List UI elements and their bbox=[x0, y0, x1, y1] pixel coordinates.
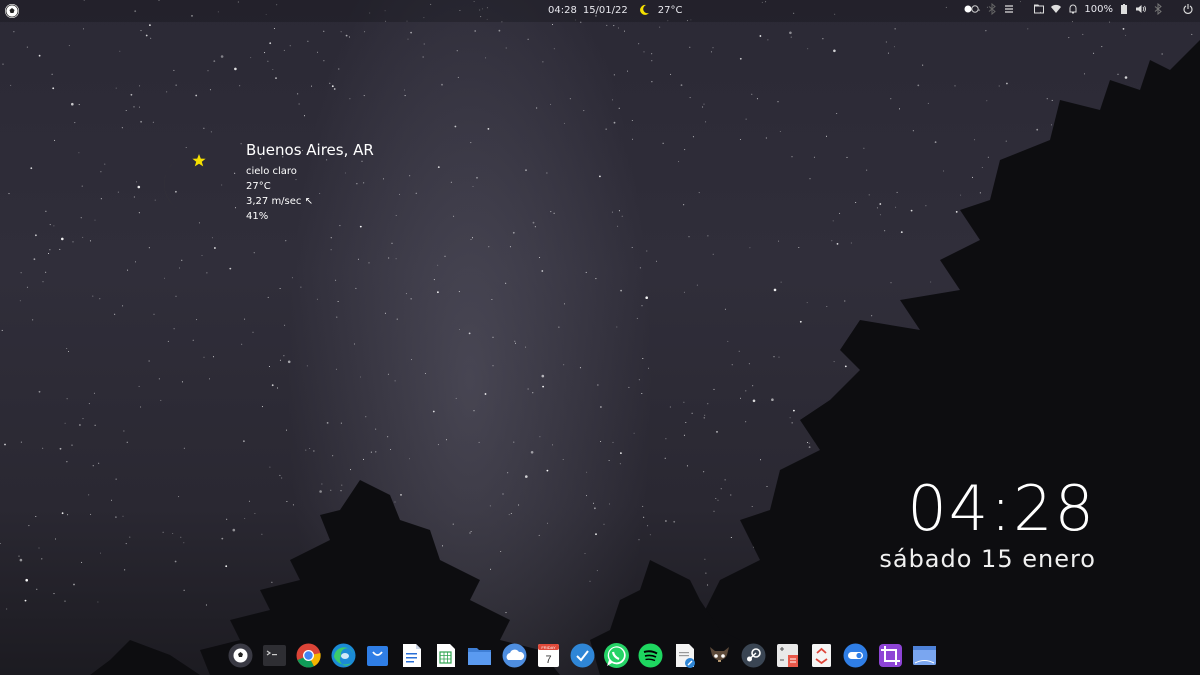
steam-icon[interactable] bbox=[739, 641, 768, 670]
clock-widget: 04:28 sábado 15 enero bbox=[879, 474, 1096, 574]
volume-icon[interactable] bbox=[1135, 3, 1147, 15]
panel-date[interactable]: 15/01/22 bbox=[583, 5, 628, 16]
writer-icon[interactable] bbox=[397, 641, 426, 670]
calculator-icon[interactable] bbox=[773, 641, 802, 670]
system-tray: 100% bbox=[963, 3, 1194, 15]
soccer-ball-icon[interactable] bbox=[226, 641, 255, 670]
folder-icon[interactable] bbox=[1033, 3, 1045, 15]
chrome-icon[interactable] bbox=[294, 641, 323, 670]
panel-temperature[interactable]: 27°C bbox=[658, 5, 683, 16]
wifi-icon[interactable] bbox=[1050, 3, 1062, 15]
moon-star-icon bbox=[164, 154, 209, 213]
clock-date: sábado 15 enero bbox=[879, 545, 1096, 573]
weather-condition: cielo claro bbox=[246, 166, 297, 177]
bluetooth-icon[interactable] bbox=[1152, 3, 1164, 15]
gimp-icon[interactable] bbox=[705, 641, 734, 670]
weather-wind: 3,27 m/sec ↖ bbox=[246, 196, 313, 207]
bell-icon[interactable] bbox=[1067, 3, 1079, 15]
weather-temperature: 27°C bbox=[246, 181, 271, 192]
calc-spreadsheet-icon[interactable] bbox=[431, 641, 460, 670]
files-icon[interactable] bbox=[465, 641, 494, 670]
panel-clock-weather[interactable]: 04:28 15/01/22 27°C bbox=[548, 4, 682, 16]
text-editor-icon[interactable] bbox=[670, 641, 699, 670]
whatsapp-icon[interactable] bbox=[602, 641, 631, 670]
battery-icon[interactable] bbox=[1118, 3, 1130, 15]
cloud-icon[interactable] bbox=[500, 641, 529, 670]
menu-lines-icon[interactable] bbox=[1003, 3, 1015, 15]
spotify-icon[interactable] bbox=[636, 641, 665, 670]
moon-icon bbox=[639, 4, 649, 15]
trash-icon[interactable] bbox=[807, 641, 836, 670]
toggle-icon[interactable] bbox=[963, 3, 981, 15]
clock-time: 04:28 bbox=[907, 472, 1096, 545]
terminal-icon[interactable] bbox=[260, 641, 289, 670]
calendar-day: 7 bbox=[545, 654, 551, 666]
edge-icon[interactable] bbox=[329, 641, 358, 670]
app-menu-icon[interactable] bbox=[4, 3, 20, 19]
crop-icon[interactable] bbox=[876, 641, 905, 670]
toggle-app-icon[interactable] bbox=[841, 641, 870, 670]
weather-humidity: 41% bbox=[246, 211, 269, 222]
calendar-weekday: FRIDAY bbox=[541, 645, 556, 650]
panel-time[interactable]: 04:28 bbox=[548, 5, 577, 16]
top-panel: 04:28 15/01/22 27°C 100% bbox=[0, 0, 1200, 22]
weather-city: Buenos Aires, AR bbox=[246, 141, 374, 159]
screenshot-icon[interactable] bbox=[910, 641, 939, 670]
tasks-icon[interactable] bbox=[568, 641, 597, 670]
dock: FRIDAY 7 bbox=[226, 638, 939, 672]
bluetooth-icon[interactable] bbox=[986, 3, 998, 15]
power-icon[interactable] bbox=[1182, 3, 1194, 15]
store-icon[interactable] bbox=[363, 641, 392, 670]
calendar-icon[interactable]: FRIDAY 7 bbox=[534, 641, 563, 670]
battery-percent[interactable]: 100% bbox=[1084, 4, 1113, 15]
